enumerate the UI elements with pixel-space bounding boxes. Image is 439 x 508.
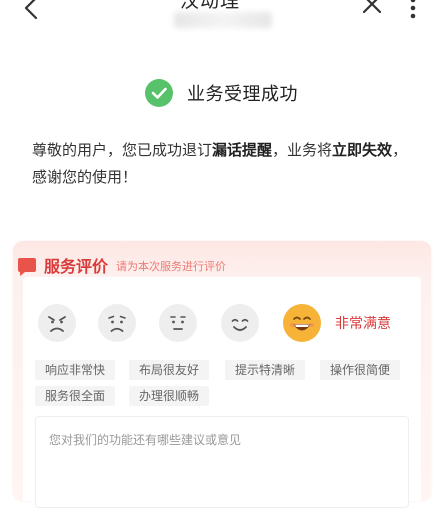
notice-text: 尊敬的用户，您已成功退订漏话提醒，业务将立即失效，感谢您的使用！ (32, 137, 412, 191)
service-name: 漏话提醒 (212, 141, 273, 159)
success-banner: 业务受理成功 (145, 78, 298, 108)
more-icon[interactable] (403, 0, 423, 26)
rating-text: 非常满意 (335, 316, 391, 332)
feedback-input[interactable]: 您对我们的功能还有哪些建议或意见 (35, 416, 409, 508)
evaluation-hint: 请为本次服务进行评价 (116, 260, 227, 273)
back-icon[interactable] (18, 0, 48, 28)
notice-part: ，业务将 (272, 141, 333, 159)
tag-option[interactable]: 响应非常快 (35, 360, 116, 380)
effect-status: 立即失效 (332, 141, 393, 159)
tag-option[interactable]: 办理很顺畅 (129, 386, 210, 406)
very-happy-face-icon[interactable] (283, 304, 321, 342)
success-text: 业务受理成功 (187, 84, 298, 105)
neutral-face-icon[interactable] (159, 304, 197, 342)
page-subtitle: ******** (174, 12, 272, 28)
smile-face-icon[interactable] (221, 304, 259, 342)
tag-option[interactable]: 布局很友好 (129, 360, 210, 380)
close-icon[interactable] (356, 0, 388, 24)
notice-part: 尊敬的用户，您已成功退订 (32, 141, 213, 159)
evaluation-title: 服务评价 (44, 257, 109, 276)
evaluation-header: 服务评价 请为本次服务进行评价 (18, 255, 227, 276)
tag-option[interactable]: 操作很简便 (320, 360, 401, 380)
angry-face-icon[interactable] (38, 304, 76, 342)
comment-icon (18, 258, 36, 276)
tag-option[interactable]: 服务很全面 (35, 386, 116, 406)
check-icon (145, 79, 173, 107)
rating-faces: 非常满意 (38, 304, 418, 344)
tag-option[interactable]: 提示特清晰 (225, 360, 306, 380)
top-bar: 汉动理 ******** (0, 0, 439, 34)
feedback-placeholder: 您对我们的功能还有哪些建议或意见 (49, 433, 242, 447)
sad-face-icon[interactable] (98, 304, 136, 342)
